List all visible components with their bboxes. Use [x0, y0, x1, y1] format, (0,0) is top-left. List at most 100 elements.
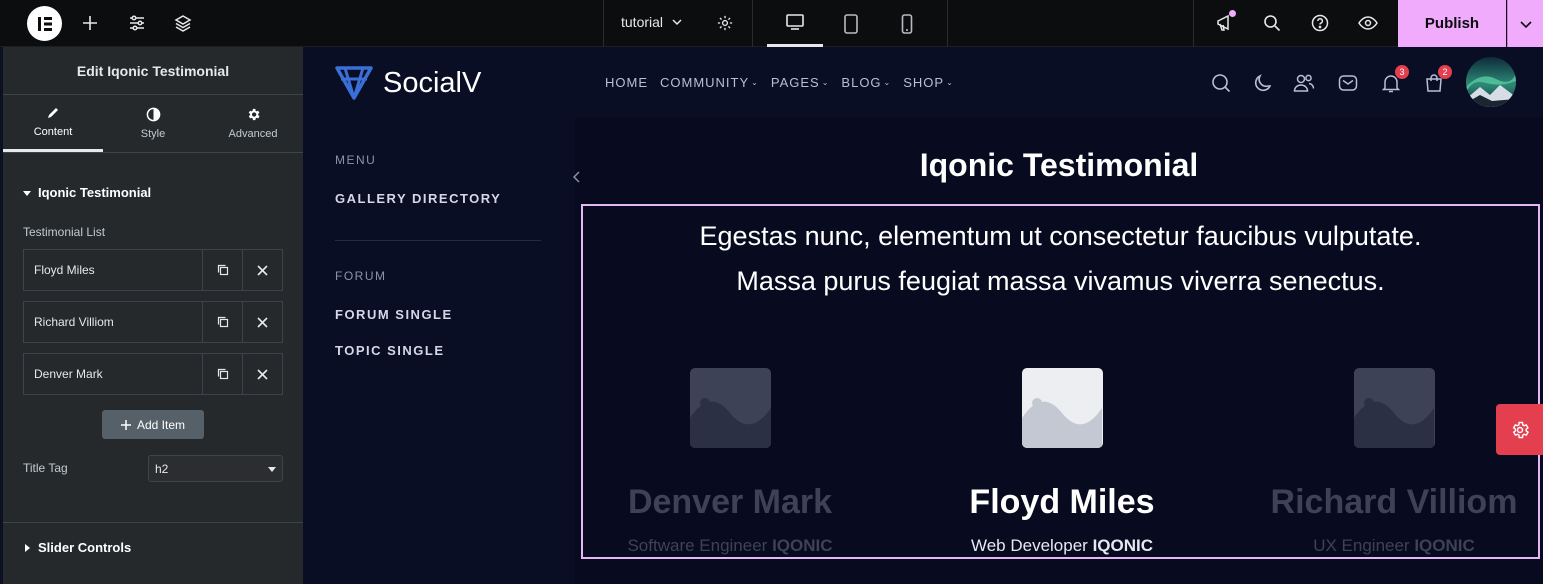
chevron-down-icon: ⌄ [821, 78, 830, 87]
socialv-logo-icon [335, 66, 373, 100]
plus-icon [120, 419, 131, 430]
quote-line: Massa purus feugiat massa vivamus viverr… [736, 266, 1385, 296]
mobile-view-button[interactable] [879, 0, 935, 47]
help-icon[interactable] [1309, 12, 1331, 34]
nav-label: HOME [605, 75, 648, 90]
nav-label: SHOP [903, 75, 945, 90]
chevron-down-icon: ⌄ [946, 78, 954, 87]
panel-tabs: Content Style Advanced [3, 95, 303, 153]
role-company: IQONIC [772, 536, 833, 555]
testimonial-name: Denver Mark [627, 483, 833, 521]
cart-icon[interactable]: 2 [1422, 65, 1452, 95]
chevron-down-icon: ⌄ [751, 78, 759, 87]
nav-blog[interactable]: BLOG ⌄ [841, 75, 891, 90]
site-settings-sliders-icon[interactable] [126, 12, 148, 34]
tab-advanced[interactable]: Advanced [203, 95, 303, 152]
nav-community[interactable]: COMMUNITY ⌄ [660, 75, 759, 90]
duplicate-button[interactable] [202, 354, 242, 394]
testimonial-role: UX Engineer IQONIC [1244, 536, 1543, 556]
caret-down-icon [23, 190, 31, 196]
repeater-item: Floyd Miles [23, 249, 283, 291]
sidebar-divider [335, 240, 541, 241]
copy-icon [217, 316, 228, 328]
sidebar-link-topic-single[interactable]: TOPIC SINGLE [335, 343, 445, 358]
testimonial-name: Richard Villiom [1270, 483, 1518, 521]
remove-button[interactable] [242, 250, 282, 290]
chevron-down-icon: ⌄ [883, 78, 892, 87]
pencil-icon [48, 108, 58, 118]
role-title: Web Developer [970, 536, 1088, 555]
close-icon [257, 264, 268, 276]
notifications-bell-icon[interactable]: 3 [1379, 65, 1409, 95]
testimonial-name: Floyd Miles [969, 483, 1155, 521]
caret-right-icon [25, 543, 30, 552]
publish-button[interactable]: Publish [1398, 0, 1506, 47]
duplicate-button[interactable] [202, 302, 242, 342]
remove-button[interactable] [242, 302, 282, 342]
preview-eye-icon[interactable] [1357, 12, 1379, 34]
title-tag-select[interactable]: h2 [148, 455, 283, 482]
tab-style[interactable]: Style [103, 95, 203, 152]
testimonial-widget[interactable]: Egestas nunc, elementum ut consectetur f… [581, 204, 1540, 559]
testimonial-card[interactable]: Richard Villiom UX Engineer IQONIC [1244, 368, 1543, 556]
page-settings-gear-icon[interactable] [714, 12, 736, 34]
sidebar-link-forum-single[interactable]: FORUM SINGLE [335, 307, 453, 322]
section-toggle-iqonic-testimonial[interactable]: Iqonic Testimonial [23, 185, 151, 200]
elementor-logo[interactable] [27, 6, 62, 41]
cart-badge: 2 [1438, 65, 1452, 79]
dark-mode-moon-icon[interactable] [1251, 71, 1275, 95]
site-search-icon[interactable] [1209, 71, 1233, 95]
nav-shop[interactable]: SHOP ⌄ [903, 75, 954, 90]
repeater-item-title[interactable]: Denver Mark [24, 354, 202, 394]
panel-title: Edit Iqonic Testimonial [3, 47, 303, 95]
role-title: UX Engineer [1313, 536, 1410, 555]
tab-content[interactable]: Content [3, 95, 103, 152]
messages-icon[interactable] [1336, 71, 1360, 95]
separator [1193, 0, 1194, 47]
duplicate-button[interactable] [202, 250, 242, 290]
tablet-view-button[interactable] [823, 0, 879, 47]
repeater-item-title[interactable]: Floyd Miles [24, 250, 202, 290]
image-placeholder-icon [689, 368, 771, 448]
site-brand[interactable]: SocialV [335, 65, 481, 101]
sidebar-link-gallery-directory[interactable]: GALLERY DIRECTORY [335, 191, 501, 206]
elementor-icon [37, 16, 52, 31]
testimonial-card-active[interactable]: Floyd Miles Web Developer IQONIC [912, 368, 1212, 556]
chevron-down-icon [1519, 20, 1532, 28]
testimonial-role: Software Engineer IQONIC [580, 536, 880, 556]
nav-label: COMMUNITY [660, 75, 750, 90]
testimonial-quote: Egestas nunc, elementum ut consectetur f… [583, 214, 1538, 304]
search-icon[interactable] [1261, 12, 1283, 34]
sidebar-heading-menu: MENU [335, 153, 377, 167]
remove-button[interactable] [242, 354, 282, 394]
add-element-icon[interactable] [79, 12, 101, 34]
layers-icon[interactable] [172, 12, 194, 34]
add-item-button[interactable]: Add Item [102, 410, 204, 439]
nav-pages[interactable]: PAGES ⌄ [771, 75, 830, 90]
user-avatar[interactable] [1466, 57, 1516, 107]
publish-options-button[interactable] [1507, 0, 1543, 47]
site-preview: SocialV HOME COMMUNITY ⌄ PAGES ⌄ BLOG ⌄ SHO… [303, 47, 1543, 584]
section-title: Iqonic Testimonial [38, 185, 152, 200]
gear-icon [1512, 421, 1529, 438]
tab-label: Style [140, 128, 166, 140]
testimonial-card[interactable]: Denver Mark Software Engineer IQONIC [580, 368, 880, 556]
close-icon [257, 316, 268, 328]
desktop-view-button[interactable] [767, 0, 823, 47]
testimonial-role: Web Developer IQONIC [912, 536, 1212, 556]
tab-label: Advanced [228, 128, 278, 140]
editor-panel: Edit Iqonic Testimonial Content Style Ad… [3, 47, 303, 584]
quote-line: Egestas nunc, elementum ut consectetur f… [699, 221, 1422, 251]
notifications-megaphone-icon[interactable] [1214, 10, 1236, 34]
avatar-image [1466, 57, 1516, 107]
desktop-icon [786, 14, 804, 30]
repeater-item-title[interactable]: Richard Villiom [24, 302, 202, 342]
friends-icon[interactable] [1292, 71, 1316, 95]
caret-down-icon [268, 467, 276, 472]
gear-icon [248, 108, 259, 121]
site-header: SocialV HOME COMMUNITY ⌄ PAGES ⌄ BLOG ⌄ SHO… [303, 47, 1543, 117]
document-name-dropdown[interactable]: tutorial [621, 14, 683, 30]
section-toggle-slider-controls[interactable]: Slider Controls [23, 540, 131, 555]
theme-settings-button[interactable] [1496, 404, 1543, 455]
nav-home[interactable]: HOME [605, 75, 648, 90]
